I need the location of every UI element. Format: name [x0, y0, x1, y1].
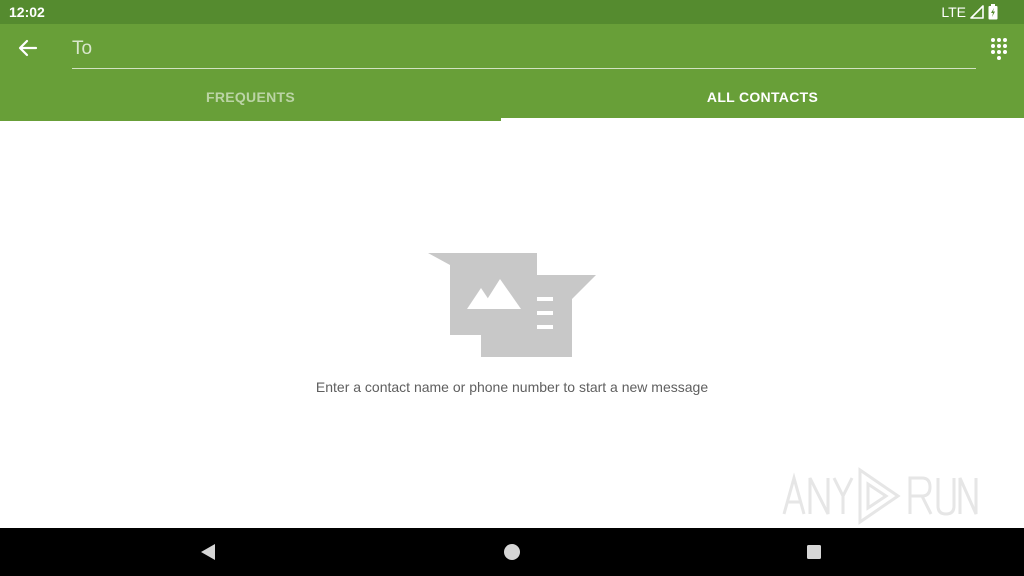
network-type-label: LTE — [941, 4, 966, 20]
tab-all-contacts[interactable]: ALL CONTACTS — [501, 73, 1024, 121]
status-icons: LTE — [941, 4, 998, 20]
recents-square-icon — [807, 545, 821, 559]
anyrun-watermark-logo — [782, 467, 978, 525]
new-message-screen: 12:02 LTE To FREQUENTS ALL CONTACTS Ente… — [0, 0, 1024, 576]
dialpad-button[interactable] — [990, 37, 1008, 61]
battery-charging-icon — [988, 4, 998, 20]
tab-all-contacts-label: ALL CONTACTS — [706, 89, 819, 105]
home-circle-icon — [504, 544, 520, 560]
system-navigation-bar — [0, 528, 1024, 576]
recipient-input[interactable] — [72, 30, 976, 69]
nav-back-button[interactable] — [198, 542, 218, 562]
back-triangle-icon — [201, 544, 215, 560]
status-time: 12:02 — [9, 4, 45, 20]
contact-tabs: FREQUENTS ALL CONTACTS — [0, 73, 1024, 121]
nav-recents-button[interactable] — [804, 542, 824, 562]
tab-frequents[interactable]: FREQUENTS — [0, 73, 501, 121]
empty-state-message: Enter a contact name or phone number to … — [315, 379, 709, 395]
app-bar: FREQUENTS ALL CONTACTS — [0, 24, 1024, 121]
signal-icon — [970, 5, 984, 19]
nav-home-button[interactable] — [502, 542, 522, 562]
tab-frequents-label: FREQUENTS — [205, 89, 296, 105]
status-bar: 12:02 LTE — [0, 0, 1024, 24]
back-button[interactable] — [12, 32, 44, 64]
new-message-empty-icon — [428, 253, 596, 357]
contact-list-area: Enter a contact name or phone number to … — [0, 121, 1024, 528]
dialpad-icon — [991, 38, 1007, 60]
arrow-back-icon — [18, 39, 38, 57]
